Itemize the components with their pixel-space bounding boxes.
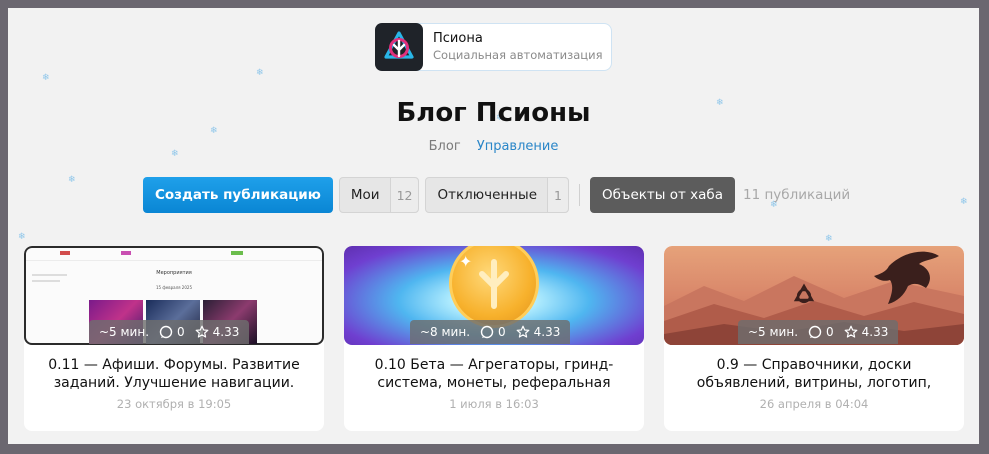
comment-icon — [808, 325, 822, 339]
card-date: 23 октября в 19:05 — [116, 397, 232, 411]
page-title: Блог Псионы — [396, 98, 591, 128]
comments-value: 0 — [498, 325, 506, 339]
filter-disabled-label: Отключенные — [437, 187, 538, 203]
sparkle-icon: ✦ — [459, 252, 473, 271]
card-date: 1 июля в 16:03 — [449, 397, 539, 411]
brand-name: Псиона — [433, 31, 483, 46]
rating: 4.33 — [844, 325, 889, 339]
comments-value: 0 — [826, 325, 834, 339]
publication-card[interactable]: ✦ ~8 мин. 0 4.33 0.10 Бета — Агрегаторы,… — [344, 246, 644, 431]
coin-symbol-icon — [479, 259, 509, 309]
filter-disabled-button[interactable]: Отключенные 1 — [425, 177, 569, 213]
rating: 4.33 — [516, 325, 561, 339]
rating-value: 4.33 — [212, 325, 240, 339]
publication-card[interactable]: Мероприятия 15 февраля 2025 ~5 мин. 0 4.… — [24, 246, 324, 431]
snowflake-icon: ❄ — [210, 126, 218, 136]
card-title[interactable]: 0.10 Бета — Агрегаторы, гринд-система, м… — [358, 356, 630, 392]
divider — [578, 184, 580, 206]
read-time: ~8 мин. — [420, 325, 471, 339]
snowflake-icon: ❄ — [256, 68, 264, 78]
read-time: ~5 мин. — [99, 325, 150, 339]
star-icon — [516, 325, 530, 338]
star-icon — [844, 325, 858, 338]
comments-count: 0 — [480, 325, 506, 339]
snowflake-icon: ❄ — [42, 73, 50, 83]
rating: 4.33 — [195, 325, 240, 339]
rating-value: 4.33 — [533, 325, 561, 339]
card-title[interactable]: 0.9 — Справочники, доски объявлений, вит… — [678, 356, 950, 392]
star-icon — [195, 325, 209, 338]
page: ❄ ❄ ❄ ❄ ❄ ❄ ❄ ❄ ❄ ❄ ❄ ❄ ❄ Псиона Социаль… — [8, 8, 979, 444]
sub-navigation: Блог Управление — [8, 139, 979, 154]
comment-icon — [159, 325, 173, 339]
mini-preview-heading: Мероприятия — [156, 270, 192, 276]
read-time: ~5 мин. — [748, 325, 799, 339]
subnav-manage-link[interactable]: Управление — [477, 139, 559, 154]
filter-mine-count: 12 — [389, 178, 419, 212]
toolbar: Создать публикацию Мои 12 Отключенные 1 … — [143, 177, 850, 213]
snowflake-icon: ❄ — [68, 175, 76, 185]
hub-objects-button[interactable]: Объекты от хаба — [589, 177, 736, 213]
comments-count: 0 — [808, 325, 834, 339]
card-title[interactable]: 0.11 — Афиши. Форумы. Развитие заданий. … — [38, 356, 310, 392]
create-publication-button[interactable]: Создать публикацию — [143, 177, 333, 213]
snowflake-icon: ❄ — [960, 197, 968, 207]
card-stats: ~8 мин. 0 4.33 — [410, 320, 571, 344]
filter-disabled-count: 1 — [547, 178, 568, 212]
psiona-logo — [375, 23, 423, 71]
comment-icon — [480, 325, 494, 339]
snowflake-icon: ❄ — [825, 234, 833, 244]
brand-subtitle: Социальная автоматизация — [433, 48, 603, 62]
card-stats: ~5 мин. 0 4.33 — [89, 320, 250, 344]
card-stats: ~5 мин. 0 4.33 — [738, 320, 899, 344]
filter-mine-button[interactable]: Мои 12 — [338, 177, 420, 213]
publications-count: 11 публикаций — [743, 187, 851, 203]
subnav-blog-link[interactable]: Блог — [429, 139, 461, 154]
comments-value: 0 — [177, 325, 185, 339]
publication-card[interactable]: ~5 мин. 0 4.33 0.9 — Справочники, доски … — [664, 246, 964, 431]
filter-mine-label: Мои — [350, 187, 380, 203]
comments-count: 0 — [159, 325, 185, 339]
mini-preview-date: 15 февраля 2025 — [155, 285, 192, 290]
snowflake-icon: ❄ — [18, 232, 26, 242]
card-date: 26 апреля в 04:04 — [759, 397, 869, 411]
rating-value: 4.33 — [861, 325, 889, 339]
brand-card[interactable]: Псиона Социальная автоматизация — [375, 23, 612, 71]
